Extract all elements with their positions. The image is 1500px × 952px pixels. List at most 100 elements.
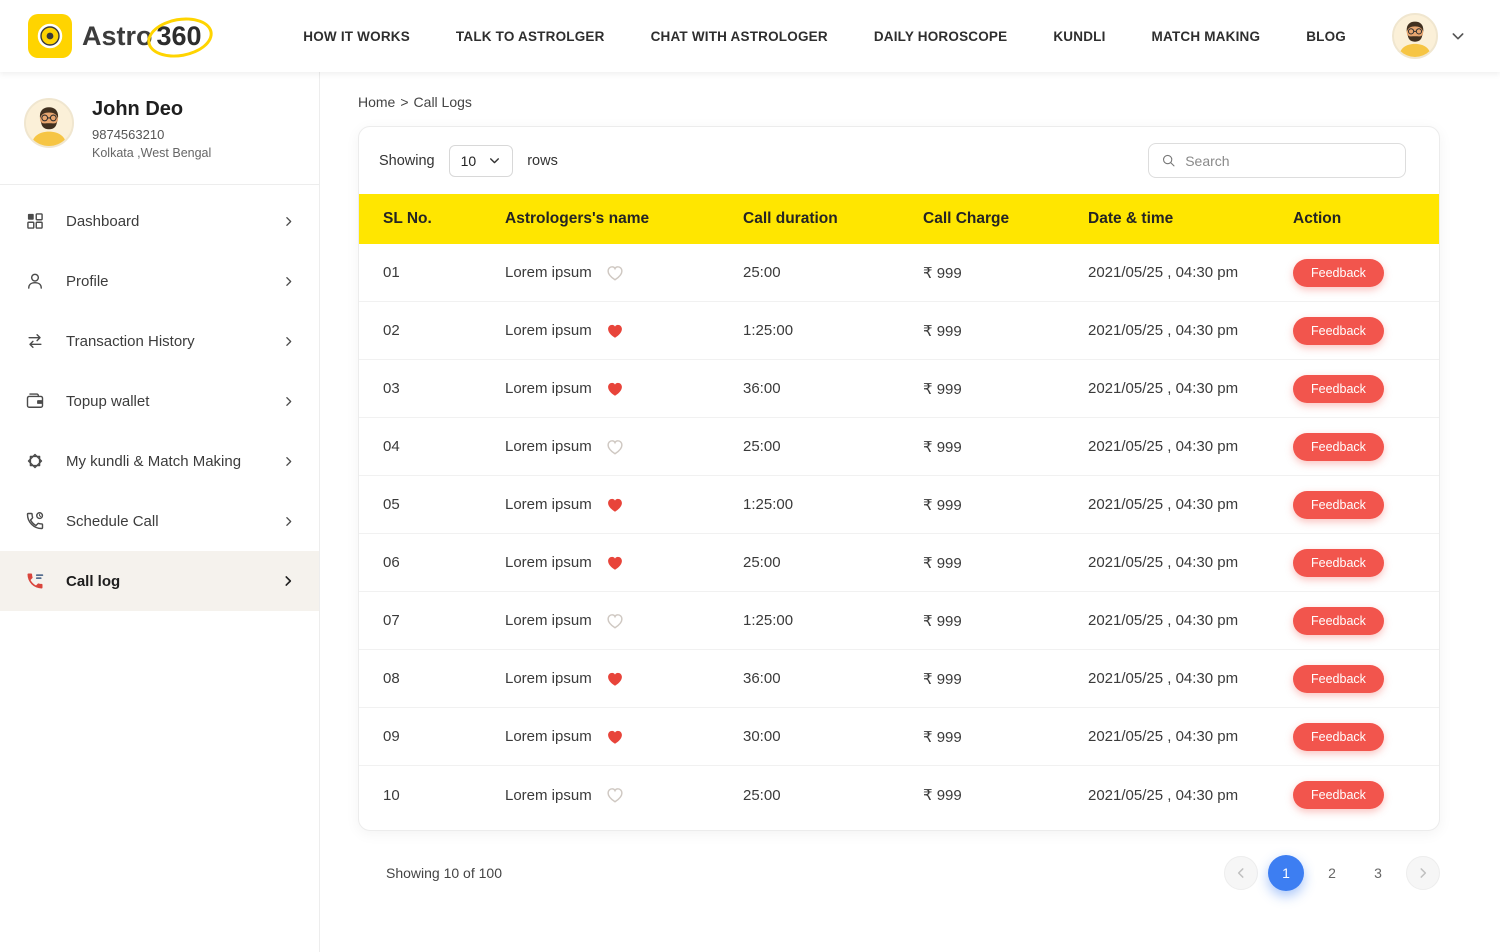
nav-item-daily-horoscope[interactable]: DAILY HOROSCOPE [874,29,1008,44]
user-location: Kolkata ,West Bengal [92,146,211,160]
rows-per-page-select[interactable]: 10 [449,145,514,177]
cell-sl: 03 [383,380,505,397]
profile-icon [24,270,46,292]
sidebar-item-dashboard[interactable]: Dashboard [0,191,319,251]
favorite-heart-filled-icon[interactable] [606,671,624,687]
sidebar-item-schedule-call[interactable]: Schedule Call [0,491,319,551]
breadcrumb-separator: > [400,94,408,110]
feedback-button[interactable]: Feedback [1293,375,1384,403]
page-button[interactable]: 3 [1360,855,1396,891]
user-phone: 9874563210 [92,127,211,142]
cell-duration: 25:00 [743,787,923,804]
cell-datetime: 2021/05/25 , 04:30 pm [1088,438,1293,455]
chevron-right-icon [282,395,295,408]
search-icon [1161,152,1176,169]
table-row: 10 Lorem ipsum 25:00 ₹ 999 2021/05/25 , … [359,766,1439,824]
feedback-button[interactable]: Feedback [1293,491,1384,519]
nav-item-blog[interactable]: BLOG [1306,29,1346,44]
table-row: 06 Lorem ipsum 25:00 ₹ 999 2021/05/25 , … [359,534,1439,592]
cell-datetime: 2021/05/25 , 04:30 pm [1088,496,1293,513]
favorite-heart-filled-icon[interactable] [606,729,624,745]
table-header: SL No. Astrologers's name Call duration … [359,194,1439,244]
wallet-icon [24,390,46,412]
col-header-call-duration: Call duration [743,210,923,228]
nav-item-chat-with-astrologer[interactable]: CHAT WITH ASTROLOGER [651,29,828,44]
chevron-left-icon[interactable] [1224,856,1258,890]
nav-item-kundli[interactable]: KUNDLI [1053,29,1105,44]
table-footer: Showing 10 of 100 1 2 3 [358,855,1440,891]
page-button[interactable]: 1 [1268,855,1304,891]
sidebar-item-profile[interactable]: Profile [0,251,319,311]
cell-sl: 09 [383,728,505,745]
table-row: 01 Lorem ipsum 25:00 ₹ 999 2021/05/25 , … [359,244,1439,302]
feedback-button[interactable]: Feedback [1293,433,1384,461]
cell-sl: 07 [383,612,505,629]
search-input[interactable] [1185,153,1393,169]
chevron-right-icon [282,455,295,468]
sidebar-item-call-log[interactable]: Call log [0,551,319,611]
astrologer-name: Lorem ipsum [505,554,592,571]
sidebar-item-transaction-history[interactable]: Transaction History [0,311,319,371]
cell-astrologer: Lorem ipsum [505,438,743,455]
call-logs-card: Showing 10 rows SL No. Astrologers's nam… [358,126,1440,831]
chevron-right-icon[interactable] [1406,856,1440,890]
astrologer-name: Lorem ipsum [505,264,592,281]
favorite-heart-outline-icon[interactable] [606,439,624,455]
sidebar-item-topup-wallet[interactable]: Topup wallet [0,371,319,431]
cell-datetime: 2021/05/25 , 04:30 pm [1088,380,1293,397]
favorite-heart-filled-icon[interactable] [606,381,624,397]
cell-charge: ₹ 999 [923,554,1088,572]
cell-datetime: 2021/05/25 , 04:30 pm [1088,612,1293,629]
main-content: Home > Call Logs Showing 10 rows SL No. As… [320,72,1500,952]
cell-duration: 30:00 [743,728,923,745]
chevron-down-icon[interactable] [1450,28,1466,44]
feedback-button[interactable]: Feedback [1293,607,1384,635]
cell-action: Feedback [1293,375,1439,403]
page-button[interactable]: 2 [1314,855,1350,891]
astrologer-name: Lorem ipsum [505,438,592,455]
cell-sl: 01 [383,264,505,281]
showing-label: Showing [379,153,435,169]
cell-charge: ₹ 999 [923,264,1088,282]
cell-charge: ₹ 999 [923,380,1088,398]
favorite-heart-outline-icon[interactable] [606,787,624,803]
favorite-heart-outline-icon[interactable] [606,613,624,629]
feedback-button[interactable]: Feedback [1293,781,1384,809]
sidebar-item-kundli-match-making[interactable]: My kundli & Match Making [0,431,319,491]
favorite-heart-filled-icon[interactable] [606,555,624,571]
table-row: 07 Lorem ipsum 1:25:00 ₹ 999 2021/05/25 … [359,592,1439,650]
cell-duration: 25:00 [743,264,923,281]
favorite-heart-outline-icon[interactable] [606,265,624,281]
showing-summary: Showing 10 of 100 [386,865,502,881]
brand-logo[interactable]: Astro360 [28,14,206,58]
top-navbar: Astro360 HOW IT WORKS TALK TO ASTROLGER … [0,0,1500,72]
cell-sl: 04 [383,438,505,455]
cell-datetime: 2021/05/25 , 04:30 pm [1088,728,1293,745]
feedback-button[interactable]: Feedback [1293,549,1384,577]
nav-item-match-making[interactable]: MATCH MAKING [1152,29,1261,44]
nav-item-how-it-works[interactable]: HOW IT WORKS [303,29,410,44]
feedback-button[interactable]: Feedback [1293,665,1384,693]
cell-action: Feedback [1293,317,1439,345]
cell-duration: 36:00 [743,380,923,397]
breadcrumb-home[interactable]: Home [358,94,395,110]
nav-links: HOW IT WORKS TALK TO ASTROLGER CHAT WITH… [303,29,1346,44]
astrologer-name: Lorem ipsum [505,670,592,687]
favorite-heart-filled-icon[interactable] [606,497,624,513]
feedback-button[interactable]: Feedback [1293,317,1384,345]
user-avatar[interactable] [1392,13,1438,59]
nav-item-talk-to-astrologer[interactable]: TALK TO ASTROLGER [456,29,605,44]
breadcrumb-current: Call Logs [414,94,472,110]
dashboard-icon [24,210,46,232]
breadcrumb: Home > Call Logs [320,72,1500,110]
feedback-button[interactable]: Feedback [1293,259,1384,287]
cell-sl: 06 [383,554,505,571]
table-controls: Showing 10 rows [359,127,1439,194]
table-row: 09 Lorem ipsum 30:00 ₹ 999 2021/05/25 , … [359,708,1439,766]
feedback-button[interactable]: Feedback [1293,723,1384,751]
cell-charge: ₹ 999 [923,786,1088,804]
sidebar-menu: Dashboard Profile Transaction History To… [0,185,319,611]
cell-charge: ₹ 999 [923,670,1088,688]
astrologer-name: Lorem ipsum [505,322,592,339]
favorite-heart-filled-icon[interactable] [606,323,624,339]
